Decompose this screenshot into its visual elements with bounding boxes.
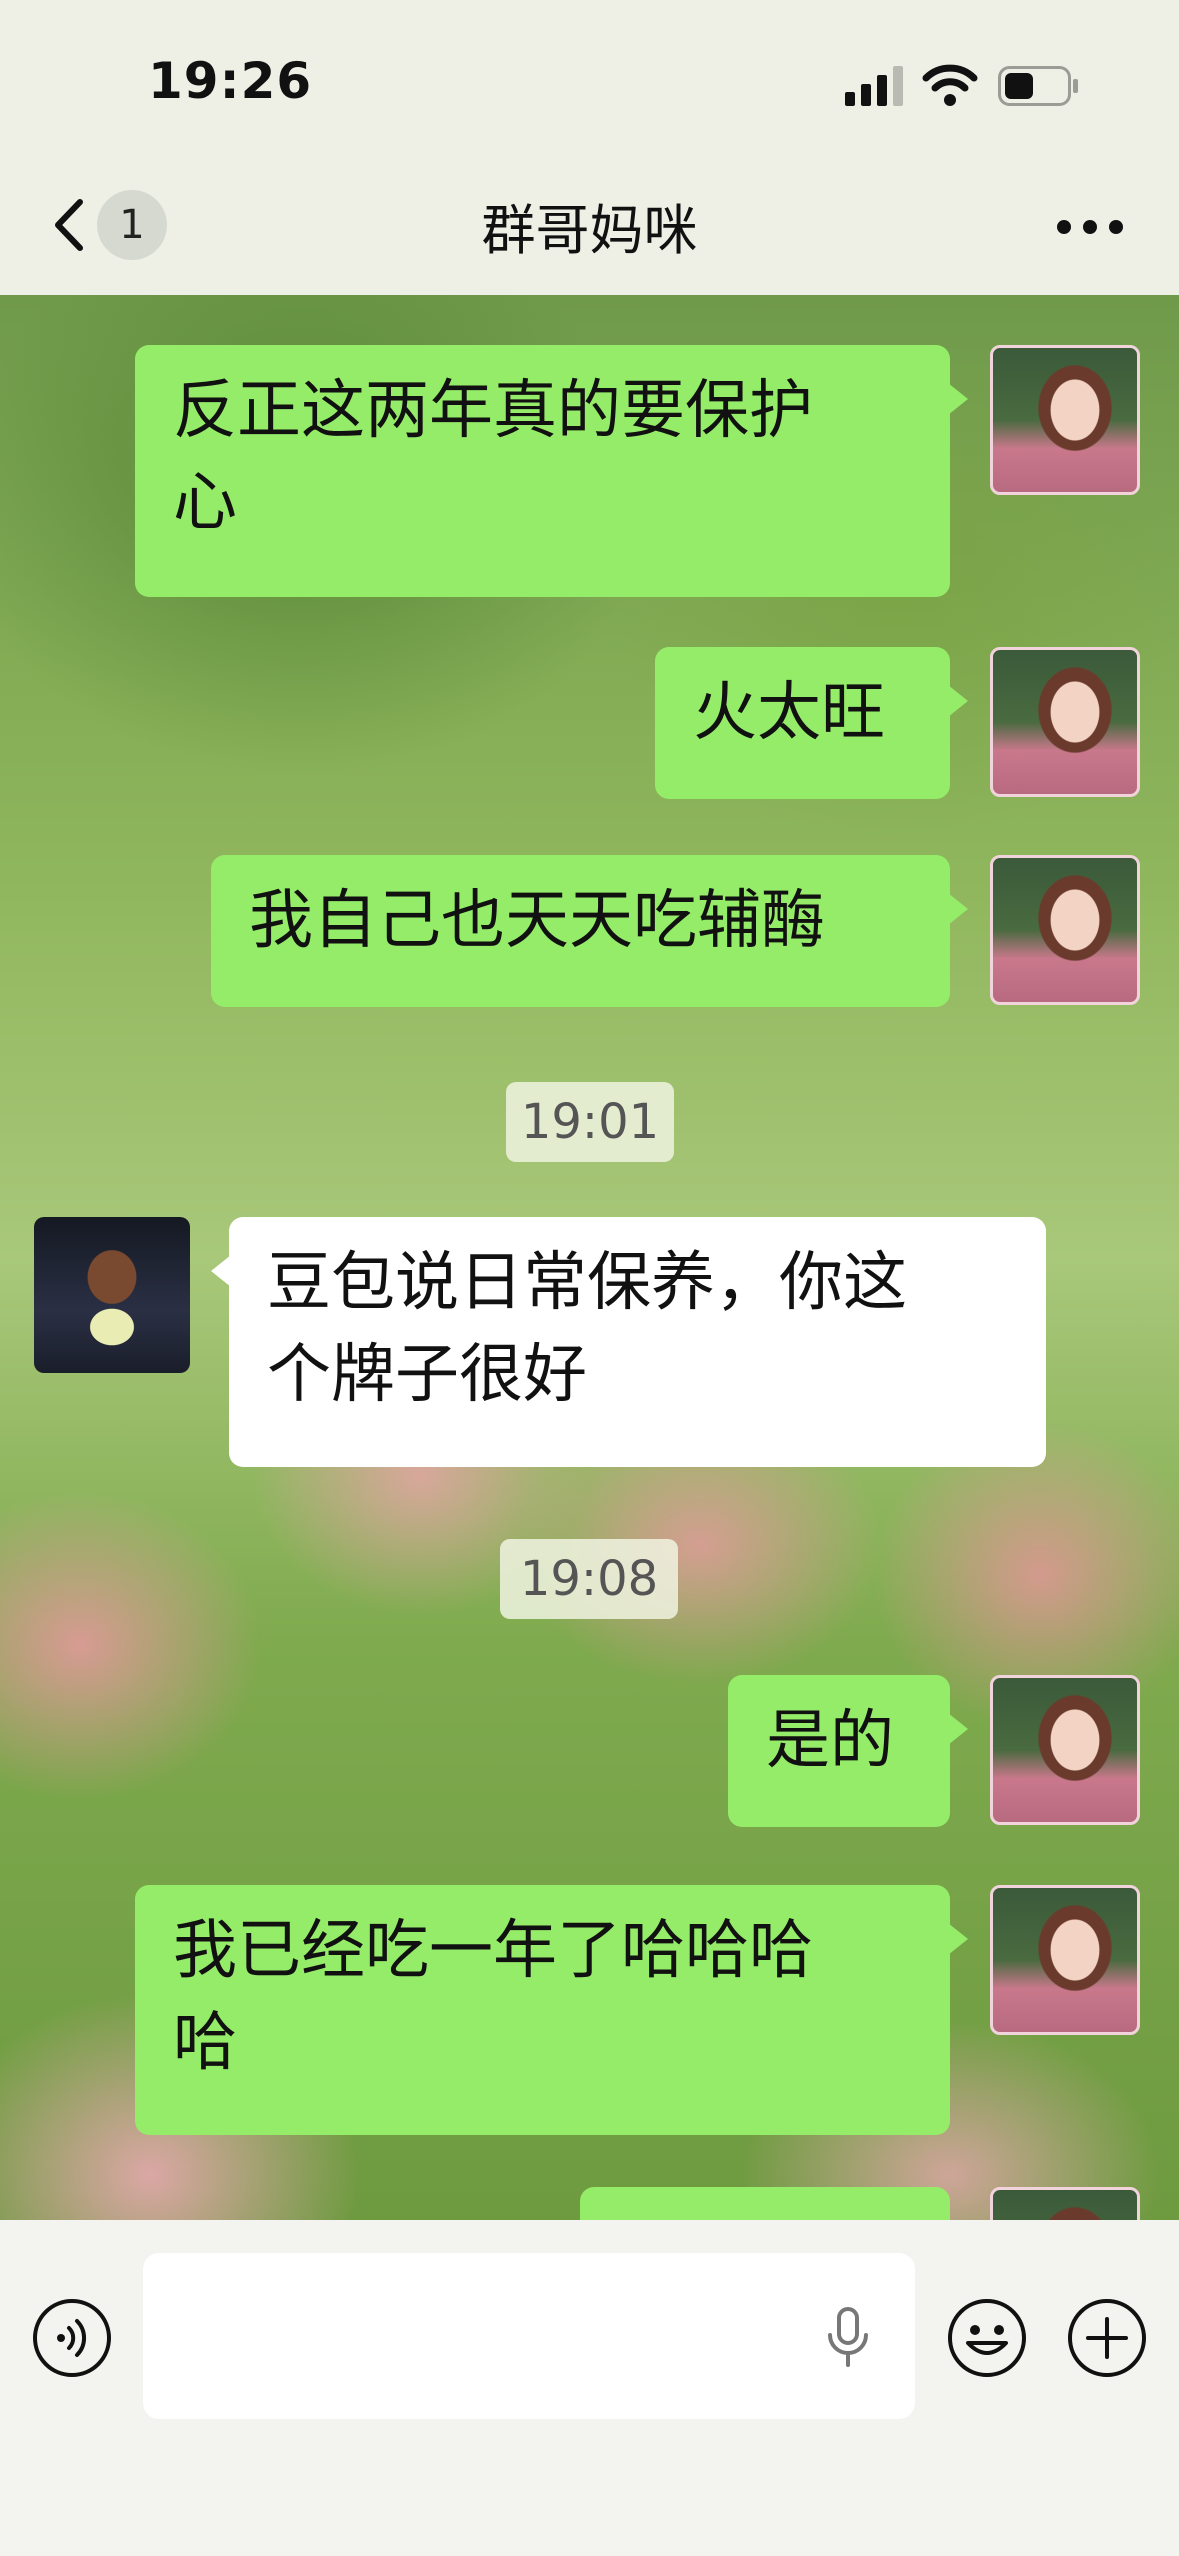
message-line: 我自己也天天吃辅酶: [249, 884, 825, 958]
message-bubble-mine[interactable]: [580, 2187, 950, 2220]
battery-icon: [998, 66, 1078, 106]
avatar[interactable]: [990, 2187, 1140, 2220]
voice-mode-icon[interactable]: [31, 2297, 113, 2379]
plus-icon[interactable]: [1066, 2297, 1148, 2379]
chat-title: 群哥妈咪: [481, 199, 698, 262]
top-bar: 19:26 1 群哥妈咪: [0, 0, 1179, 295]
message-bubble-mine[interactable]: 反正这两年真的要保护 心: [135, 345, 968, 597]
message-timestamp: 19:08: [500, 1539, 678, 1619]
avatar[interactable]: [34, 1217, 190, 1373]
message-bubble-mine[interactable]: 火太旺: [655, 647, 968, 799]
message-bubble-mine[interactable]: 是的: [728, 1675, 968, 1827]
message-line: 反正这两年真的要保护: [173, 374, 813, 448]
message-input[interactable]: [143, 2253, 915, 2419]
avatar[interactable]: [990, 647, 1140, 797]
message-line: 哈: [173, 2006, 237, 2080]
message-bubble-mine[interactable]: 我自己也天天吃辅酶: [211, 855, 968, 1007]
message-line: 是的: [766, 1704, 894, 1778]
message-line: 心: [173, 466, 237, 540]
cellular-signal-icon: [845, 66, 903, 106]
avatar[interactable]: [990, 1885, 1140, 2035]
emoji-icon[interactable]: [946, 2297, 1028, 2379]
avatar[interactable]: [990, 855, 1140, 1005]
message-line: 个牌子很好: [267, 1338, 587, 1412]
chat-messages-area[interactable]: 反正这两年真的要保护 心 火太旺 我自己也天天吃辅酶 19:01 豆包说日常保养…: [0, 295, 1179, 2220]
message-line: 火太旺: [693, 676, 885, 750]
wifi-icon: [922, 64, 978, 106]
avatar[interactable]: [990, 345, 1140, 495]
microphone-icon[interactable]: [820, 2305, 876, 2369]
status-time: 19:26: [148, 52, 313, 110]
more-dots-icon[interactable]: [1050, 192, 1130, 262]
avatar[interactable]: [990, 1675, 1140, 1825]
message-bubble-mine[interactable]: 我已经吃一年了哈哈哈 哈: [135, 1885, 968, 2135]
message-timestamp: 19:01: [506, 1082, 674, 1162]
message-line: 我已经吃一年了哈哈哈: [173, 1914, 813, 1988]
message-line: 豆包说日常保养，你这: [267, 1246, 907, 1320]
message-bubble-theirs[interactable]: 豆包说日常保养，你这 个牌子很好: [211, 1217, 1046, 1467]
